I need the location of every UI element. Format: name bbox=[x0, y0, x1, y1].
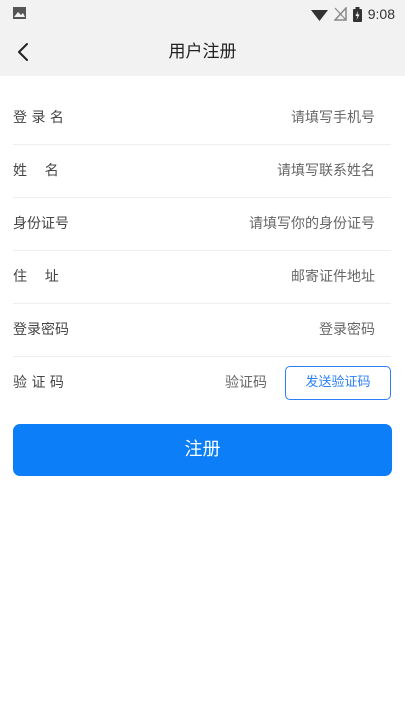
name-input[interactable]: 请填写联系姓名 bbox=[155, 145, 375, 197]
battery-icon bbox=[352, 6, 362, 22]
register-button[interactable]: 注册 bbox=[13, 424, 392, 476]
form-row-name: 姓 名 请填写联系姓名 bbox=[13, 145, 391, 198]
form-row-id: 身份证号 请填写你的身份证号 bbox=[13, 198, 391, 251]
send-code-button[interactable]: 发送验证码 bbox=[285, 366, 391, 400]
registration-form: 登 录 名 请填写手机号 姓 名 请填写联系姓名 身份证号 请填写你的身份证号 … bbox=[13, 92, 391, 409]
no-sim-icon bbox=[333, 7, 347, 21]
status-time: 9:08 bbox=[367, 6, 395, 22]
address-input[interactable]: 邮寄证件地址 bbox=[155, 251, 375, 303]
header: 用户注册 bbox=[0, 28, 405, 76]
id-number-label: 身份证号 bbox=[13, 216, 69, 232]
verification-label: 验 证 码 bbox=[13, 375, 64, 391]
form-row-address: 住 址 邮寄证件地址 bbox=[13, 251, 391, 304]
form-row-password: 登录密码 登录密码 bbox=[13, 304, 391, 357]
username-label: 登 录 名 bbox=[13, 110, 64, 126]
name-label: 姓 名 bbox=[13, 163, 59, 179]
verification-input[interactable]: 验证码 bbox=[167, 357, 267, 409]
password-label: 登录密码 bbox=[13, 322, 69, 338]
page-title: 用户注册 bbox=[168, 42, 237, 62]
address-label: 住 址 bbox=[13, 269, 59, 285]
status-bar: 9:08 bbox=[0, 0, 405, 28]
password-input[interactable]: 登录密码 bbox=[155, 304, 375, 356]
id-number-input[interactable]: 请填写你的身份证号 bbox=[155, 198, 375, 250]
status-icons: 9:08 bbox=[310, 4, 395, 24]
form-row-username: 登 录 名 请填写手机号 bbox=[13, 92, 391, 145]
image-icon bbox=[13, 7, 26, 19]
form-row-verification: 验 证 码 验证码 发送验证码 bbox=[13, 357, 391, 409]
phone-input[interactable]: 请填写手机号 bbox=[155, 92, 375, 144]
wifi-icon bbox=[310, 9, 328, 21]
